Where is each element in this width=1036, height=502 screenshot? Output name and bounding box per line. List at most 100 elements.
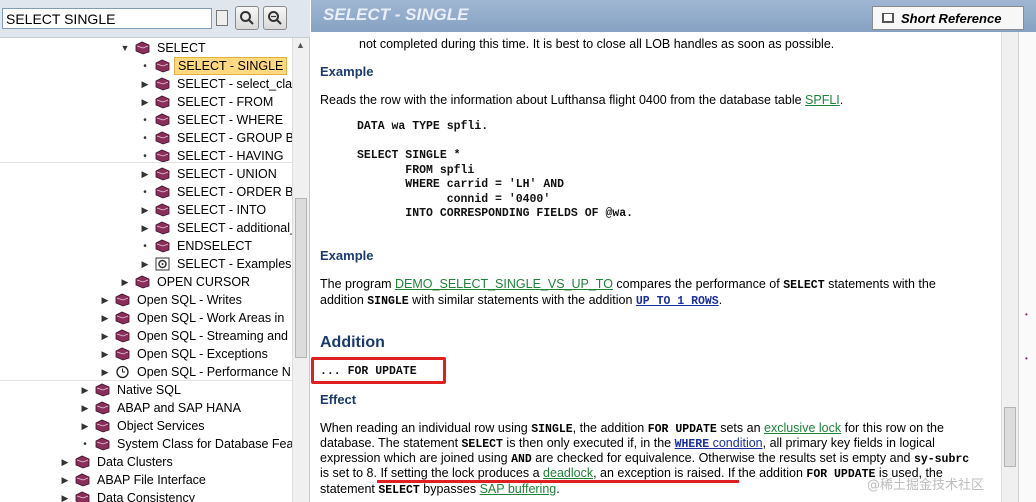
tree-item[interactable]: • SELECT - SINGLE	[140, 57, 288, 75]
example2-text-line2: addition SINGLE with similar statements …	[320, 293, 723, 308]
expand-right-icon[interactable]: ▶	[100, 349, 110, 360]
bullet-icon[interactable]: •	[140, 61, 150, 72]
tree-item[interactable]: ▶ OPEN CURSOR	[120, 273, 253, 291]
page-title: SELECT - SINGLE	[323, 5, 469, 24]
expand-right-icon[interactable]: ▶	[140, 169, 150, 180]
search-button[interactable]	[235, 6, 259, 30]
expand-right-icon[interactable]: ▶	[100, 295, 110, 306]
bullet-icon[interactable]: •	[140, 187, 150, 198]
tree-item-label: SELECT - INTO	[177, 203, 267, 217]
tree-item[interactable]: ▶ Native SQL	[80, 381, 184, 399]
tree-item[interactable]: ▶ Open SQL - Streaming and	[100, 327, 291, 345]
effect-line1: When reading an individual row using SIN…	[320, 421, 944, 436]
tree-item[interactable]: ▶ Data Consistency	[60, 489, 198, 502]
expand-right-icon[interactable]: ▶	[60, 493, 70, 502]
scroll-up-icon[interactable]: ▲	[296, 40, 305, 50]
book-icon	[75, 455, 90, 469]
tree-item-label: SELECT - SINGLE	[174, 57, 288, 75]
expand-right-icon[interactable]: ▶	[100, 313, 110, 324]
effect-line2: database. The statement SELECT is then o…	[320, 436, 935, 451]
tree-item[interactable]: ▶ SELECT - select_clau	[140, 75, 292, 93]
spfli-link[interactable]: SPFLI	[805, 93, 840, 107]
tree-item[interactable]: ▶ Open SQL - Work Areas in	[100, 309, 287, 327]
tree-item[interactable]: • System Class for Database Feat	[80, 435, 292, 453]
tree-item[interactable]: ▶ SELECT - additional_	[140, 219, 292, 237]
tree-item[interactable]: ▶ SELECT - UNION	[140, 165, 280, 183]
tree-item[interactable]: ▶ Data Clusters	[60, 453, 176, 471]
bullet-icon[interactable]: •	[140, 133, 150, 144]
tree-item-label: SELECT	[157, 41, 206, 55]
bullet-icon[interactable]: •	[80, 439, 90, 450]
bullet-icon[interactable]: •	[140, 151, 150, 162]
book-icon	[155, 167, 170, 181]
annotation-underline	[377, 480, 739, 483]
expand-right-icon[interactable]: ▶	[140, 97, 150, 108]
expand-right-icon[interactable]: ▶	[140, 79, 150, 90]
book-icon	[155, 221, 170, 235]
book-icon	[95, 383, 110, 397]
search-options-button[interactable]	[216, 10, 228, 26]
example-heading: Example	[320, 64, 374, 79]
up-to-rows-link[interactable]: UP TO 1 ROWS	[636, 295, 719, 308]
tree-item[interactable]: ▶ ABAP File Interface	[60, 471, 209, 489]
expand-right-icon[interactable]: ▶	[60, 475, 70, 486]
search-toolbar	[0, 0, 310, 38]
search-next-button[interactable]	[263, 6, 287, 30]
expand-down-icon[interactable]: ▼	[120, 43, 130, 53]
tree-item[interactable]: ▼ SELECT	[120, 39, 209, 57]
short-reference-button[interactable]: Short Reference	[872, 6, 1024, 30]
tree-item-label: Data Clusters	[97, 455, 173, 469]
document-header: SELECT - SINGLE Short Reference	[311, 0, 1036, 32]
expand-right-icon[interactable]: ▶	[140, 205, 150, 216]
tree-scrollbar-thumb[interactable]	[295, 198, 307, 358]
tree-item[interactable]: • SELECT - ORDER BY	[140, 183, 292, 201]
document-scrollbar-thumb[interactable]	[1004, 407, 1016, 467]
tree-item-label: System Class for Database Feat	[117, 437, 292, 451]
tree-item[interactable]: ▶ SELECT - Examples	[140, 255, 292, 273]
book-icon	[115, 311, 130, 325]
tree-item[interactable]: • ENDSELECT	[140, 237, 255, 255]
expand-right-icon[interactable]: ▶	[140, 223, 150, 234]
topic-tree: ▼ SELECT • SELECT - SINGLE ▶ SELECT - select_…	[0, 38, 292, 502]
example-text: Reads the row with the information about…	[320, 93, 844, 107]
book-icon	[115, 293, 130, 307]
expand-right-icon[interactable]: ▶	[100, 367, 110, 378]
bullet-icon[interactable]: •	[140, 115, 150, 126]
tree-item-label: SELECT - ORDER BY	[177, 185, 292, 199]
book-icon	[95, 437, 110, 451]
expand-right-icon[interactable]: ▶	[140, 259, 150, 270]
expand-right-icon[interactable]: ▶	[100, 331, 110, 342]
sap-buffering-link[interactable]: SAP buffering	[480, 482, 557, 496]
tree-item[interactable]: ▶ Object Services	[80, 417, 208, 435]
search-input[interactable]	[2, 8, 212, 29]
expand-right-icon[interactable]: ▶	[80, 403, 90, 414]
tree-scrollbar[interactable]: ▲	[292, 38, 309, 502]
document-scrollbar[interactable]	[1001, 32, 1018, 502]
demo-program-link[interactable]: DEMO_SELECT_SINGLE_VS_UP_TO	[395, 277, 613, 291]
book-icon	[155, 77, 170, 91]
exclusive-lock-link[interactable]: exclusive lock	[764, 421, 841, 435]
tree-item[interactable]: ▶ Open SQL - Writes	[100, 291, 245, 309]
condition-link[interactable]: condition	[709, 436, 763, 450]
tree-item[interactable]: ▶ Open SQL - Exceptions	[100, 345, 271, 363]
tree-item-label: SELECT - additional_	[177, 221, 292, 235]
book-icon	[155, 59, 170, 73]
bullet-icon[interactable]: •	[140, 241, 150, 252]
tree-item-label: ENDSELECT	[177, 239, 253, 253]
tree-item[interactable]: ▶ ABAP and SAP HANA	[80, 399, 244, 417]
expand-right-icon[interactable]: ▶	[80, 385, 90, 396]
expand-right-icon[interactable]: ▶	[60, 457, 70, 468]
side-gutter: • •	[1018, 32, 1036, 502]
expand-right-icon[interactable]: ▶	[80, 421, 90, 432]
document-body: not completed during this time. It is be…	[311, 32, 1001, 502]
tree-item[interactable]: • SELECT - GROUP BY	[140, 129, 292, 147]
tree-item[interactable]: • SELECT - WHERE	[140, 111, 286, 129]
deadlock-link[interactable]: deadlock	[543, 466, 593, 480]
tree-item[interactable]: ▶ Open SQL - Performance N	[100, 363, 292, 381]
book-icon	[95, 419, 110, 433]
tree-separator	[0, 380, 292, 381]
tree-item[interactable]: ▶ SELECT - FROM	[140, 93, 276, 111]
tree-item[interactable]: ▶ SELECT - INTO	[140, 201, 269, 219]
expand-right-icon[interactable]: ▶	[120, 277, 130, 288]
book-icon	[155, 185, 170, 199]
